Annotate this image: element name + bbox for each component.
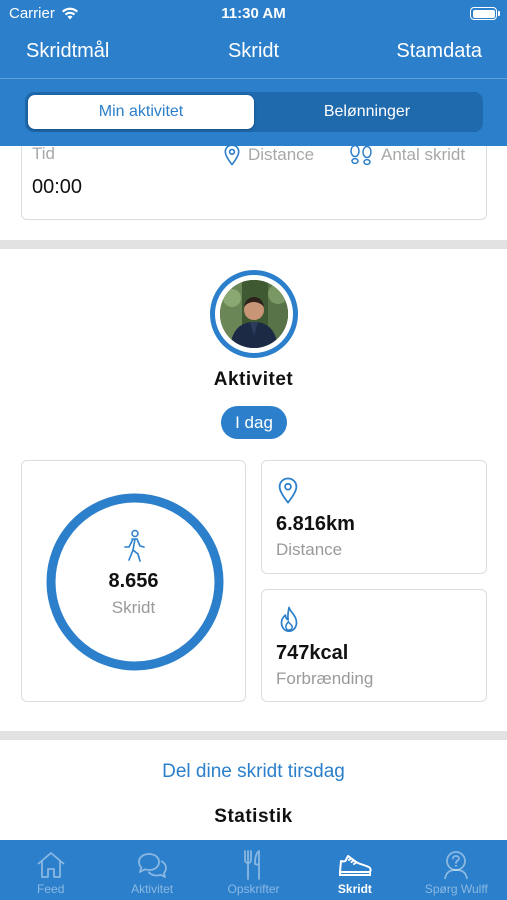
flame-icon: [280, 606, 298, 633]
sneaker-icon: [338, 855, 372, 876]
tab-steps[interactable]: Skridt: [304, 840, 405, 900]
segment-my-activity[interactable]: Min aktivitet: [28, 95, 254, 129]
status-time: 11:30 AM: [221, 5, 286, 22]
steps-tile: 8.656 Skridt: [21, 460, 246, 702]
steps-count-label: Antal skridt: [381, 145, 466, 164]
period-selector-button[interactable]: I dag: [221, 406, 287, 439]
nav-divider: [0, 78, 507, 79]
nav-profile-data-button[interactable]: Stamdata: [396, 40, 482, 63]
tab-label: Spørg Wulff: [424, 882, 488, 896]
steps-value: 8.656: [108, 570, 159, 592]
workout-summary-card: Tid 00:00 Distance Antal skridt: [21, 144, 487, 220]
steps-column: Antal skridt: [348, 144, 465, 166]
tab-label: Opskrifter: [227, 882, 280, 896]
time-value: 00:00: [32, 176, 83, 198]
status-bar: Carrier 11:30 AM: [0, 0, 507, 28]
home-icon: [37, 852, 65, 878]
navbar: Skridtmål Skridt Stamdata: [0, 36, 507, 70]
statistics-heading: Statistik: [214, 806, 293, 827]
tab-label: Skridt: [337, 882, 372, 896]
steps-label: Skridt: [111, 598, 156, 617]
time-label: Tid: [32, 144, 55, 163]
section-divider: [0, 240, 507, 249]
distance-tile: 6.816km Distance: [261, 460, 487, 574]
distance-label: Distance: [248, 145, 315, 164]
question-person-icon: [444, 851, 469, 880]
tab-feed[interactable]: Feed: [0, 840, 101, 900]
section-divider: [0, 731, 507, 740]
footprints-icon: [350, 144, 372, 166]
header: Carrier 11:30 AM Skridtmål Skridt Stamda…: [0, 0, 507, 146]
segmented-control: Min aktivitet Belønninger: [25, 92, 483, 132]
distance-tile-label: Distance: [276, 540, 343, 559]
avatar-photo: [220, 280, 288, 348]
activity-heading: Aktivitet: [213, 369, 294, 390]
tab-label: Aktivitet: [131, 882, 174, 896]
share-steps-link[interactable]: Del dine skridt tirsdag: [0, 761, 507, 783]
segment-rewards[interactable]: Belønninger: [254, 95, 480, 129]
tab-activity[interactable]: Aktivitet: [101, 840, 202, 900]
tab-bar: Feed Aktivitet Opskrifter Skridt Spørg W…: [0, 840, 507, 900]
location-pin-icon: [224, 144, 240, 166]
cutlery-icon: [243, 850, 260, 880]
distance-column: Distance: [224, 144, 314, 166]
tab-ask-wulff[interactable]: Spørg Wulff: [406, 840, 507, 900]
chat-bubbles-icon: [138, 853, 168, 878]
profile-avatar[interactable]: [210, 270, 298, 358]
calories-value: 747kcal: [276, 642, 349, 664]
calories-tile: 747kcal Forbrænding: [261, 589, 487, 702]
tab-label: Feed: [37, 882, 65, 896]
battery-icon: [470, 7, 500, 20]
tab-recipes[interactable]: Opskrifter: [203, 840, 304, 900]
walking-person-icon: [124, 529, 145, 562]
distance-value: 6.816km: [276, 513, 355, 535]
calories-label: Forbrænding: [276, 669, 374, 688]
location-pin-icon: [278, 477, 298, 504]
